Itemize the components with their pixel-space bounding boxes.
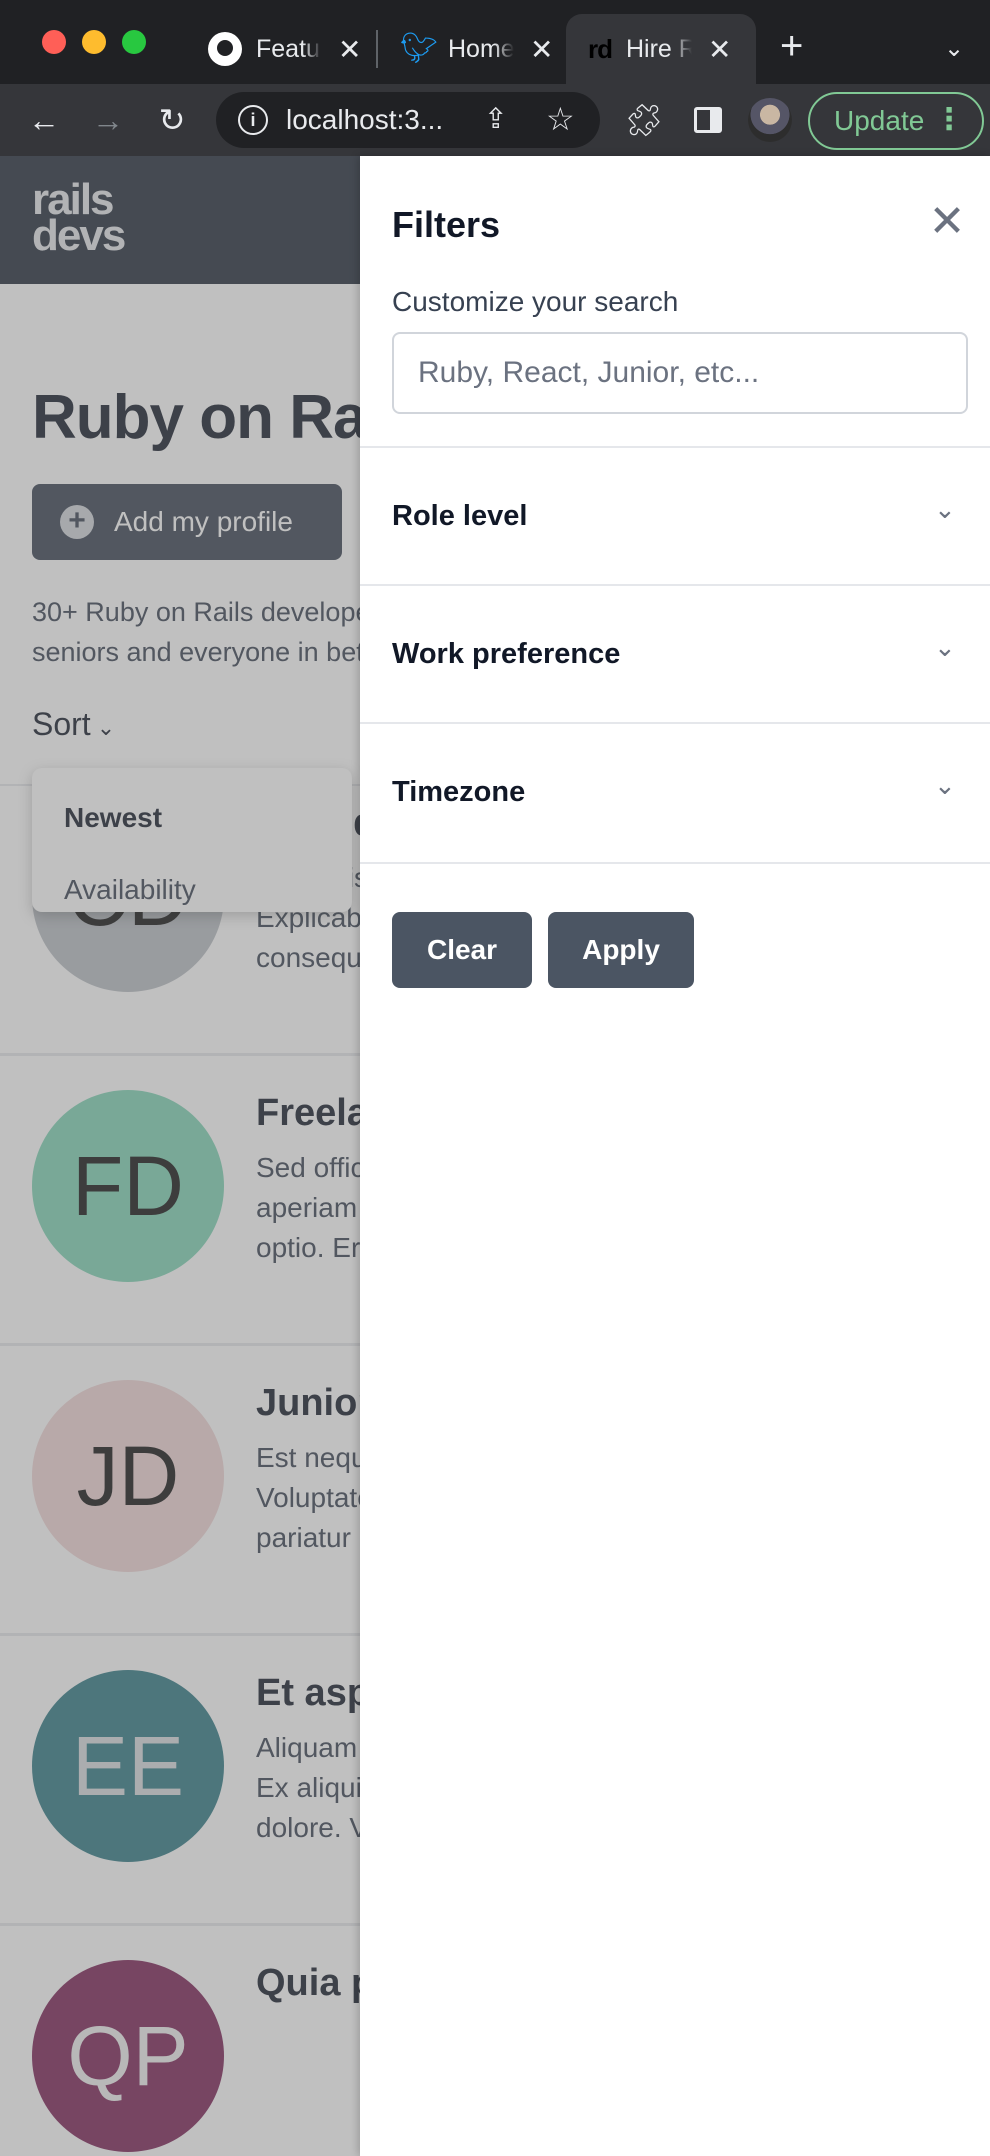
twitter-icon: 🐦︎ [400,32,439,65]
extensions-puzzle-icon[interactable]: 🧩︎ [622,98,666,142]
browser-tab-railsdevs[interactable]: rd Hire R ✕ [566,14,756,84]
apply-button[interactable]: Apply [548,912,694,988]
more-menu-icon[interactable]: ⋮ [934,102,964,138]
address-url[interactable]: localhost:3... [286,104,443,136]
tab-search-chevron-icon[interactable]: ⌄ [944,34,964,63]
update-label: Update [834,105,925,136]
chevron-down-icon: ⌄ [934,494,956,524]
profile-avatar[interactable] [748,98,792,142]
filter-section-role-level[interactable]: Role level ⌄ [360,446,990,584]
new-tab-icon[interactable]: + [780,26,803,66]
update-button[interactable]: Update ⋮ [808,92,984,150]
clear-button[interactable]: Clear [392,912,532,988]
tab-title: Hire R [626,34,692,63]
divider [360,862,990,864]
close-window-button[interactable] [42,30,66,54]
tab-separator [376,30,378,68]
close-tab-icon[interactable]: ✕ [708,33,731,66]
close-icon[interactable]: ✕ [922,196,972,246]
filters-panel: Filters ✕ Customize your search Role lev… [360,156,990,2156]
filter-section-work-preference[interactable]: Work preference ⌄ [360,584,990,722]
filters-title: Filters [392,204,501,245]
tab-title: Home [448,34,514,63]
github-icon [208,32,242,66]
filter-section-timezone[interactable]: Timezone ⌄ [360,722,990,860]
bookmark-star-icon[interactable]: ☆ [546,100,575,138]
section-label: Role level [392,500,528,532]
section-label: Work preference [392,638,621,670]
browser-tab-twitter[interactable]: 🐦︎ Home ✕ [400,14,553,84]
chevron-down-icon: ⌄ [934,632,956,662]
close-tab-icon[interactable]: ✕ [338,33,361,66]
maximize-window-button[interactable] [122,30,146,54]
site-info-icon[interactable]: i [238,105,268,135]
forward-arrow-icon[interactable]: → [86,98,130,142]
share-icon[interactable]: ⇪ [484,102,507,135]
address-bar[interactable]: i localhost:3... ⇪ ☆ [216,92,600,148]
chevron-down-icon: ⌄ [934,770,956,800]
minimize-window-button[interactable] [82,30,106,54]
back-arrow-icon[interactable]: ← [22,98,66,142]
reload-icon[interactable]: ↻ [150,98,194,142]
browser-toolbar: ← → ↻ i localhost:3... ⇪ ☆ 🧩︎ Update ⋮ [0,84,990,156]
browser-tab-github[interactable]: Featu ✕ [208,14,361,84]
side-panel-icon[interactable] [686,98,730,142]
search-label: Customize your search [392,286,679,317]
section-label: Timezone [392,776,526,808]
search-input[interactable] [392,332,968,414]
railsdevs-favicon: rd [588,33,613,65]
tab-title: Featu [256,34,320,63]
close-tab-icon[interactable]: ✕ [530,33,553,66]
browser-tab-strip: Featu ✕ 🐦︎ Home ✕ rd Hire R ✕ + ⌄ [0,0,990,84]
